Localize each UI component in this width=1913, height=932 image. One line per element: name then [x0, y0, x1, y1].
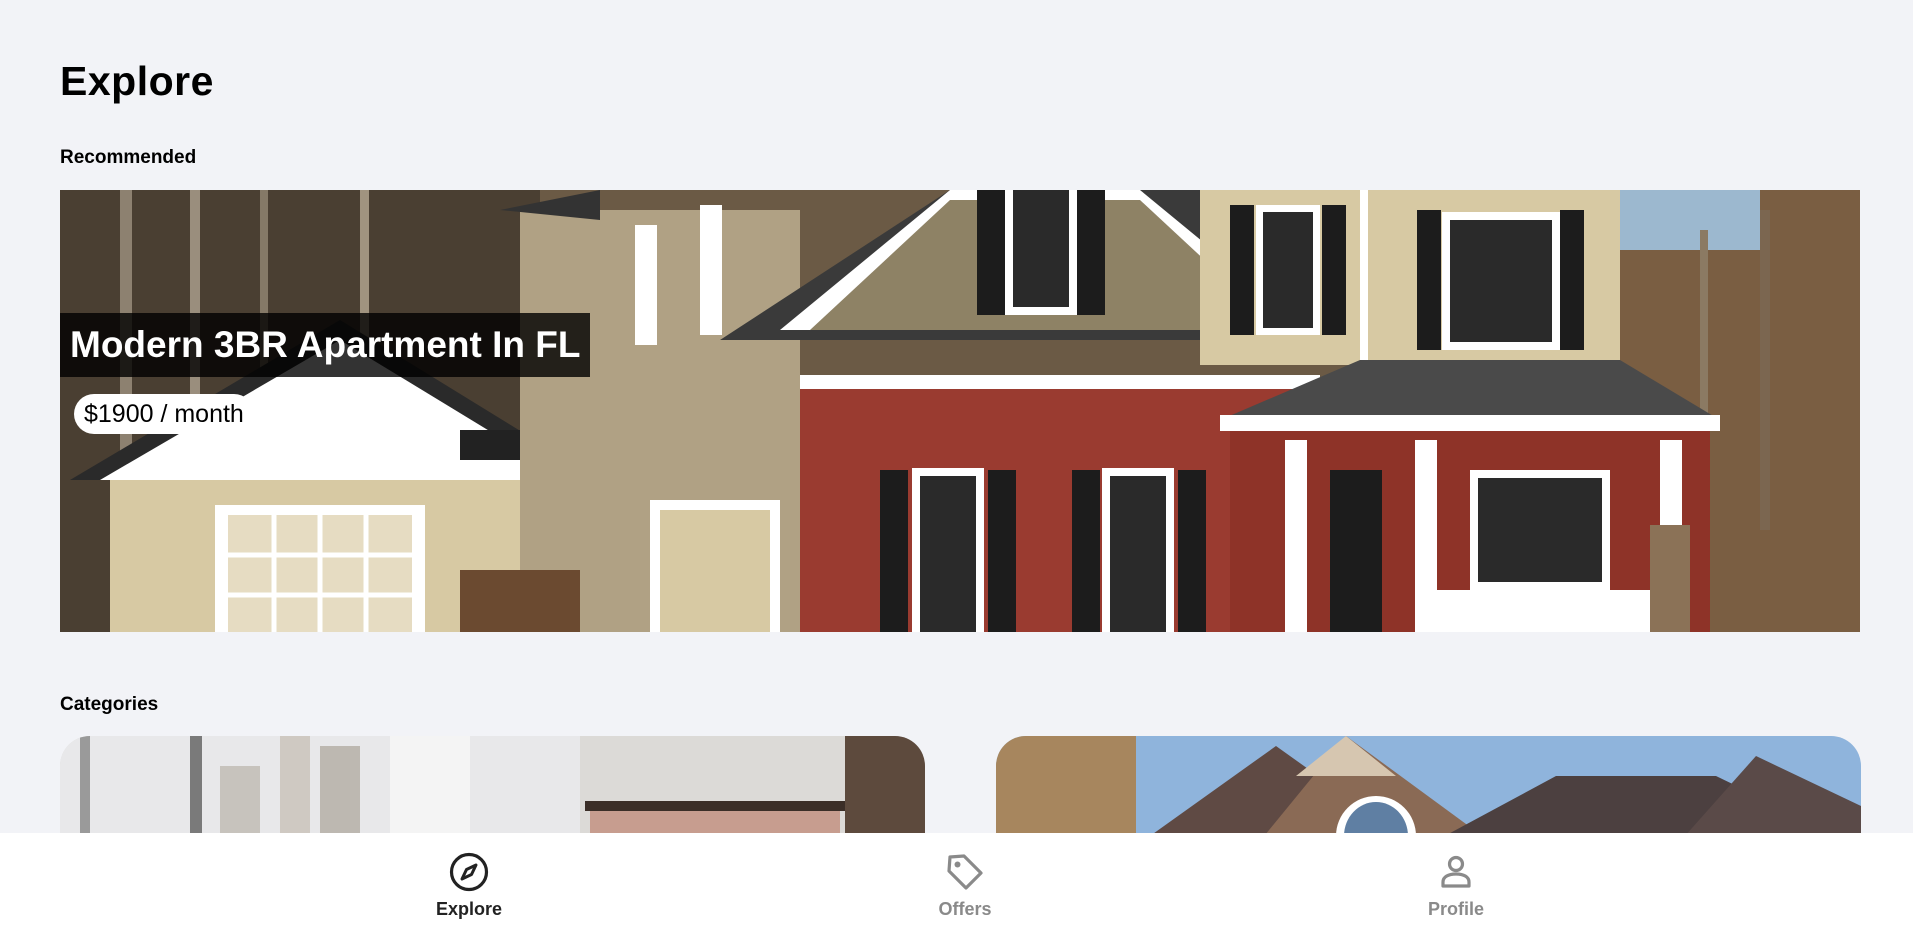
featured-listing-card[interactable]: Modern 3BR Apartment In FL $1900 / month — [60, 190, 1860, 632]
nav-item-offers[interactable]: Offers — [865, 833, 1065, 932]
nav-label-offers: Offers — [938, 899, 992, 919]
recommended-heading: Recommended — [60, 147, 197, 168]
category-house-image — [996, 736, 1861, 846]
category-card-apartment[interactable] — [60, 736, 925, 846]
featured-listing-image — [60, 190, 1860, 632]
category-apartment-image — [60, 736, 925, 846]
nav-label-explore: Explore — [435, 899, 503, 919]
page-title: Explore — [60, 58, 214, 104]
categories-heading: Categories — [60, 694, 159, 715]
bottom-navigation: Explore Offers Profile — [0, 833, 1913, 932]
listing-price-badge: $1900 / month — [74, 394, 254, 434]
compass-icon — [449, 852, 489, 892]
person-icon — [1441, 855, 1471, 888]
nav-item-profile[interactable]: Profile — [1356, 833, 1556, 932]
category-card-house[interactable] — [996, 736, 1861, 846]
nav-item-explore[interactable]: Explore — [369, 833, 569, 932]
nav-label-profile: Profile — [1427, 899, 1484, 919]
listing-title: Modern 3BR Apartment In FL — [60, 313, 591, 377]
tag-icon — [947, 854, 983, 890]
